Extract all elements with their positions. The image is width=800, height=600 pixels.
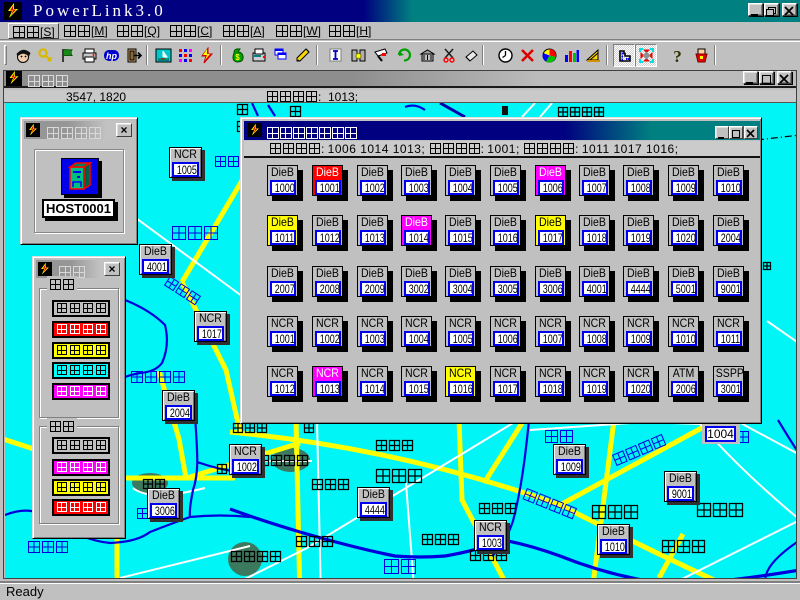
svg-text:?: ? (673, 47, 682, 64)
svg-text:hp: hp (106, 51, 117, 61)
svg-text:$: $ (235, 53, 240, 62)
